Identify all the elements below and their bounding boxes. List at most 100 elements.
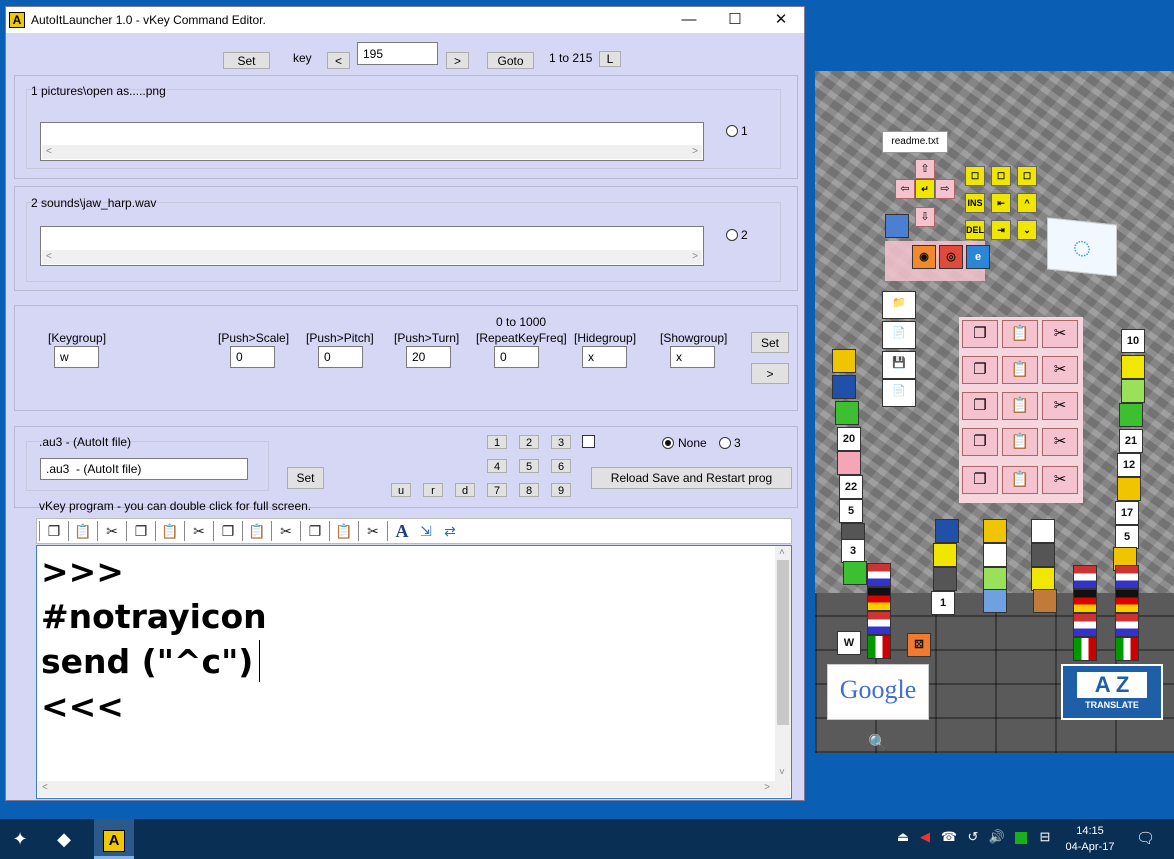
repeat-freq-input[interactable] bbox=[494, 346, 539, 368]
green-status-tray-icon[interactable] bbox=[1012, 829, 1030, 849]
number-cube[interactable]: 10 bbox=[1121, 329, 1145, 353]
copy-icon[interactable]: ❐ bbox=[129, 520, 153, 542]
number-cube[interactable]: 17 bbox=[1115, 501, 1139, 525]
number-cube[interactable]: 5 bbox=[1115, 525, 1139, 549]
language-flag-cube[interactable] bbox=[867, 635, 891, 659]
blue-cube[interactable] bbox=[983, 589, 1007, 613]
num-button-1[interactable]: 1 bbox=[487, 435, 507, 449]
key-button[interactable]: ⇥ bbox=[991, 220, 1011, 240]
copy-icon[interactable]: ❐ bbox=[303, 520, 327, 542]
green-cube[interactable] bbox=[843, 561, 867, 585]
keygroup-input[interactable] bbox=[54, 346, 99, 368]
prev-key-button[interactable]: < bbox=[327, 52, 350, 69]
file-icon[interactable]: 📄 bbox=[882, 321, 916, 349]
virtual-box-icon[interactable]: ◆ bbox=[44, 819, 84, 859]
delete-key-button[interactable]: DEL bbox=[965, 220, 985, 240]
sounds-radio[interactable] bbox=[726, 229, 738, 241]
crate-cube[interactable] bbox=[1033, 589, 1057, 613]
insert-text-icon[interactable]: ⇲ bbox=[414, 520, 438, 542]
pictures-path-field[interactable]: < > bbox=[40, 122, 704, 161]
gray-cube[interactable] bbox=[1031, 543, 1055, 567]
green-cube[interactable] bbox=[835, 401, 859, 425]
scroll-right-icon[interactable]: > bbox=[692, 250, 698, 264]
program-editor[interactable]: >>> #notrayicon send ("^c") <<< ˄ ˅ < > bbox=[36, 545, 792, 799]
reload-save-restart-button[interactable]: Reload Save and Restart prog bbox=[591, 467, 792, 489]
title-bar[interactable]: A AutoItLauncher 1.0 - vKey Command Edit… bbox=[6, 7, 804, 33]
set-au3-button[interactable]: Set bbox=[287, 467, 324, 489]
three-radio[interactable] bbox=[719, 437, 731, 449]
green-cube[interactable] bbox=[1119, 403, 1143, 427]
key-button[interactable]: ☐ bbox=[991, 166, 1011, 186]
cut-icon[interactable]: ✂ bbox=[187, 520, 211, 542]
maximize-button[interactable]: ☐ bbox=[712, 7, 758, 33]
arrow-down-icon[interactable]: ⇩ bbox=[915, 207, 935, 227]
number-cube[interactable]: 12 bbox=[1117, 453, 1141, 477]
media-tray-icon[interactable]: ◀ bbox=[916, 829, 934, 849]
file-icon[interactable]: 📄 bbox=[882, 379, 916, 407]
editor-hscroll[interactable]: < > bbox=[38, 781, 790, 797]
number-cube[interactable]: 22 bbox=[839, 475, 863, 499]
number-cube[interactable]: 3 bbox=[841, 539, 865, 563]
au3-file-input[interactable] bbox=[40, 458, 248, 480]
number-cube[interactable]: 20 bbox=[837, 427, 861, 451]
push-pitch-input[interactable] bbox=[318, 346, 363, 368]
key-number-input[interactable] bbox=[357, 42, 438, 65]
option-checkbox[interactable] bbox=[582, 435, 595, 448]
l-button[interactable]: L bbox=[599, 51, 621, 67]
clock[interactable]: 14:15 04-Apr-17 bbox=[1062, 823, 1118, 855]
start-menu-icon[interactable]: ✦ bbox=[0, 819, 40, 859]
phone-tray-icon[interactable]: ☎ bbox=[940, 829, 958, 849]
set-key-button[interactable]: Set bbox=[223, 52, 270, 69]
u-button[interactable]: u bbox=[391, 483, 411, 497]
none-radio[interactable] bbox=[662, 437, 674, 449]
key-button[interactable]: ⌄ bbox=[1017, 220, 1037, 240]
scroll-left-icon[interactable]: < bbox=[42, 781, 48, 795]
language-flag-cube[interactable] bbox=[1115, 613, 1139, 637]
translate-logo[interactable]: A Z TRANSLATE bbox=[1061, 664, 1163, 720]
num-button-4[interactable]: 4 bbox=[487, 459, 507, 473]
num-button-3[interactable]: 3 bbox=[551, 435, 571, 449]
set-params-button[interactable]: Set bbox=[751, 332, 789, 353]
number-cube[interactable]: 21 bbox=[1119, 429, 1143, 453]
sync-tray-icon[interactable]: ↺ bbox=[964, 829, 982, 849]
cut-tile-icon[interactable]: ✂ bbox=[1042, 392, 1078, 420]
yellow-cube[interactable] bbox=[832, 349, 856, 373]
hidegroup-input[interactable] bbox=[582, 346, 627, 368]
yellow-cube[interactable] bbox=[1121, 355, 1145, 379]
paste-icon[interactable]: 📋 bbox=[332, 520, 356, 542]
cut-icon[interactable]: ✂ bbox=[361, 520, 385, 542]
editor-scroll-thumb[interactable] bbox=[777, 560, 789, 725]
scroll-down-icon[interactable]: ˅ bbox=[779, 766, 785, 780]
key-button[interactable]: ^ bbox=[1017, 193, 1037, 213]
language-flag-cube[interactable] bbox=[1115, 589, 1139, 613]
orange-dice-cube[interactable]: ⚄ bbox=[907, 633, 931, 657]
copy-icon[interactable]: ❐ bbox=[216, 520, 240, 542]
key-button[interactable]: ☐ bbox=[965, 166, 985, 186]
paste-icon[interactable]: 📋 bbox=[245, 520, 269, 542]
number-cube[interactable]: 5 bbox=[839, 499, 863, 523]
num-button-9[interactable]: 9 bbox=[551, 483, 571, 497]
paste-tile-icon[interactable]: 📋 bbox=[1002, 392, 1038, 420]
chrome-icon[interactable]: ◎ bbox=[939, 245, 963, 269]
num-button-5[interactable]: 5 bbox=[519, 459, 539, 473]
scroll-right-icon[interactable]: > bbox=[692, 145, 698, 159]
autoit-taskbar-icon[interactable]: A bbox=[94, 819, 134, 859]
paste-tile-icon[interactable]: 📋 bbox=[1002, 428, 1038, 456]
num-button-7[interactable]: 7 bbox=[487, 483, 507, 497]
readme-file-icon[interactable]: readme.txt bbox=[882, 131, 948, 153]
minimize-button[interactable]: — bbox=[666, 7, 712, 33]
language-flag-cube[interactable] bbox=[1073, 613, 1097, 637]
yellow-cube[interactable] bbox=[1117, 477, 1141, 501]
arrow-up-icon[interactable]: ⇧ bbox=[915, 159, 935, 179]
pictures-radio[interactable] bbox=[726, 125, 738, 137]
key-button[interactable]: ⇤ bbox=[991, 193, 1011, 213]
green-cube[interactable] bbox=[983, 567, 1007, 591]
scroll-left-icon[interactable]: < bbox=[46, 250, 52, 264]
sounds-hscroll[interactable]: < > bbox=[42, 250, 702, 264]
key-button[interactable]: ☐ bbox=[1017, 166, 1037, 186]
d-button[interactable]: d bbox=[455, 483, 475, 497]
cut-tile-icon[interactable]: ✂ bbox=[1042, 320, 1078, 348]
copy-tile-icon[interactable]: ❐ bbox=[962, 320, 998, 348]
scroll-right-icon[interactable]: > bbox=[764, 781, 770, 795]
yellow-cube[interactable] bbox=[983, 519, 1007, 543]
